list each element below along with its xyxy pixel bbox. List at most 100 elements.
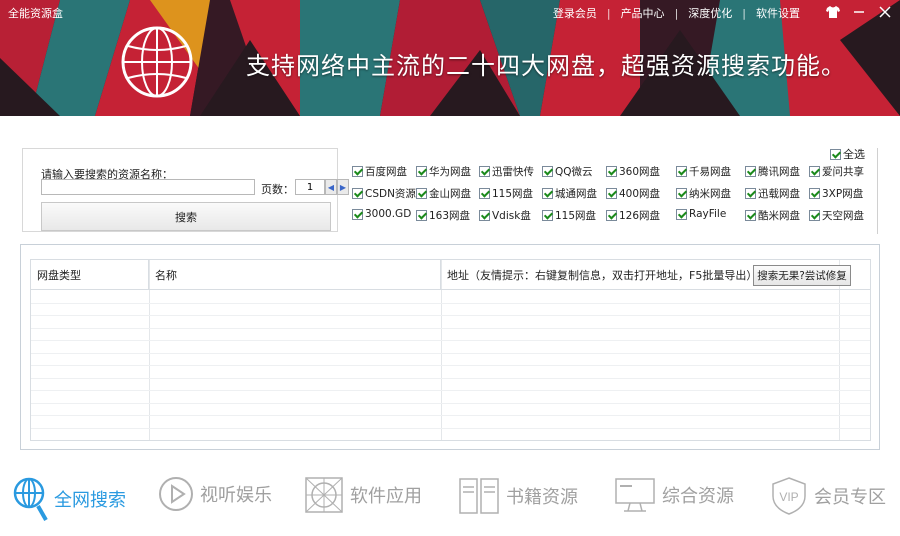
table-row[interactable] xyxy=(31,416,870,429)
column-header-name[interactable]: 名称 xyxy=(149,260,441,290)
nav-global-search[interactable]: 全网搜索 xyxy=(12,476,126,522)
nav-media[interactable]: 视听娱乐 xyxy=(158,476,272,512)
disk-checkbox[interactable]: 爱问共享 xyxy=(809,164,864,179)
select-all-checkbox[interactable]: 全选 xyxy=(830,146,865,162)
disk-checkbox[interactable]: 360网盘 xyxy=(606,164,660,179)
nav-label: 全网搜索 xyxy=(54,490,126,511)
table-row[interactable] xyxy=(31,291,870,304)
disk-label: 115网盘 xyxy=(555,210,597,222)
disk-checkbox[interactable]: RayFile xyxy=(676,208,726,220)
page-prev-icon[interactable]: ◀ xyxy=(325,179,337,195)
disk-checkbox[interactable]: 126网盘 xyxy=(606,208,660,223)
disk-checkbox[interactable]: 400网盘 xyxy=(606,186,660,201)
disk-label: 3XP网盘 xyxy=(822,188,864,200)
disk-label: Vdisk盘 xyxy=(492,210,531,222)
nav-label: 书籍资源 xyxy=(506,487,578,508)
disk-checkbox[interactable]: Vdisk盘 xyxy=(479,208,531,223)
disk-label: 迅载网盘 xyxy=(758,188,800,200)
nav-label: 视听娱乐 xyxy=(200,485,272,506)
nav-software[interactable]: 软件应用 xyxy=(304,476,422,514)
nav-vip[interactable]: VIP 会员专区 xyxy=(770,476,886,516)
table-row[interactable] xyxy=(31,391,870,404)
disk-checkbox[interactable]: 千易网盘 xyxy=(676,164,731,179)
disk-label: 腾讯网盘 xyxy=(758,166,800,178)
repair-button[interactable]: 搜索无果?尝试修复 xyxy=(753,265,851,286)
disk-checkbox[interactable]: 酷米网盘 xyxy=(745,208,800,223)
disk-checkbox[interactable]: 163网盘 xyxy=(416,208,470,223)
disk-label: 115网盘 xyxy=(492,188,534,200)
disk-label: 天空网盘 xyxy=(822,210,864,222)
globe-logo-icon xyxy=(121,26,193,98)
app-title: 全能资源盒 xyxy=(8,7,63,20)
nav-label: 综合资源 xyxy=(662,486,734,507)
nav-general[interactable]: 综合资源 xyxy=(614,476,734,514)
topnav-separator: | xyxy=(674,6,679,20)
table-row[interactable] xyxy=(31,329,870,341)
disk-label: 126网盘 xyxy=(619,210,661,222)
skin-shirt-icon[interactable] xyxy=(824,4,842,20)
checkbox-checked-icon xyxy=(809,166,820,177)
disk-checkbox[interactable]: 3XP网盘 xyxy=(809,186,863,201)
table-row[interactable] xyxy=(31,304,870,316)
search-input[interactable] xyxy=(41,179,255,195)
search-button[interactable]: 搜索 xyxy=(41,202,331,231)
window-controls xyxy=(824,4,894,20)
disk-checkbox[interactable]: 华为网盘 xyxy=(416,164,471,179)
banner: 全能资源盒 登录会员 | 产品中心 | 深度优化 | 软件设置 支持网络中主流的… xyxy=(0,0,900,116)
checkbox-checked-icon xyxy=(676,188,687,199)
disk-checkbox[interactable]: 迅载网盘 xyxy=(745,186,800,201)
table-row[interactable] xyxy=(31,379,870,391)
disk-label: 163网盘 xyxy=(429,210,471,222)
column-header-disk-type[interactable]: 网盘类型 xyxy=(31,260,149,290)
topnav-optimize[interactable]: 深度优化 xyxy=(688,5,732,21)
disk-checkbox[interactable]: 金山网盘 xyxy=(416,186,471,201)
checkbox-checked-icon xyxy=(745,166,756,177)
checkbox-checked-icon xyxy=(352,166,363,177)
disk-checkbox[interactable]: 纳米网盘 xyxy=(676,186,731,201)
globe-search-icon xyxy=(13,477,48,521)
table-row[interactable] xyxy=(31,316,870,329)
banner-slogan: 支持网络中主流的二十四大网盘，超强资源搜索功能。 xyxy=(246,52,846,80)
checkbox-checked-icon xyxy=(479,210,490,221)
disk-checkbox[interactable]: 城通网盘 xyxy=(542,186,597,201)
page-input[interactable] xyxy=(295,179,325,195)
checkbox-checked-icon xyxy=(479,166,490,177)
results-table[interactable]: 网盘类型 名称 地址（友情提示：右键复制信息，双击打开地址，F5批量导出） 搜索… xyxy=(30,259,871,441)
nav-label: 软件应用 xyxy=(350,486,422,507)
checkbox-checked-icon xyxy=(606,166,617,177)
table-row[interactable] xyxy=(31,404,870,416)
nav-label: 会员专区 xyxy=(814,487,886,508)
checkbox-checked-icon xyxy=(542,210,553,221)
disk-checkbox[interactable]: 百度网盘 xyxy=(352,164,407,179)
book-icon xyxy=(459,478,499,514)
topnav-settings[interactable]: 软件设置 xyxy=(756,5,800,21)
disk-label: 360网盘 xyxy=(619,166,661,178)
table-row[interactable] xyxy=(31,366,870,379)
disk-checkbox[interactable]: 腾讯网盘 xyxy=(745,164,800,179)
disk-checkbox[interactable]: CSDN资源 xyxy=(352,186,416,201)
topnav-separator: | xyxy=(606,6,611,20)
disk-label: QQ微云 xyxy=(555,166,593,178)
checkbox-checked-icon xyxy=(542,188,553,199)
checkbox-checked-icon xyxy=(352,188,363,199)
nav-books[interactable]: 书籍资源 xyxy=(458,476,578,516)
disk-checkbox[interactable]: 3000.GD xyxy=(352,208,411,220)
checkbox-checked-icon xyxy=(745,210,756,221)
top-nav: 登录会员 | 产品中心 | 深度优化 | 软件设置 xyxy=(553,5,800,21)
disk-checkbox[interactable]: 115网盘 xyxy=(542,208,596,223)
table-row[interactable] xyxy=(31,354,870,366)
topnav-products[interactable]: 产品中心 xyxy=(621,5,665,21)
disk-checkbox[interactable]: 天空网盘 xyxy=(809,208,864,223)
disk-label: 纳米网盘 xyxy=(689,188,731,200)
page-label: 页数： xyxy=(261,183,294,196)
table-row[interactable] xyxy=(31,341,870,354)
minimize-icon[interactable] xyxy=(850,4,868,20)
topnav-login[interactable]: 登录会员 xyxy=(553,5,597,21)
disk-label: 金山网盘 xyxy=(429,188,471,200)
checkbox-checked-icon xyxy=(352,208,363,220)
close-icon[interactable] xyxy=(876,4,894,20)
checkbox-checked-icon xyxy=(606,210,617,221)
disk-checkbox[interactable]: 115网盘 xyxy=(479,186,533,201)
disk-checkbox[interactable]: 迅雷快传 xyxy=(479,164,534,179)
disk-checkbox[interactable]: QQ微云 xyxy=(542,164,593,179)
